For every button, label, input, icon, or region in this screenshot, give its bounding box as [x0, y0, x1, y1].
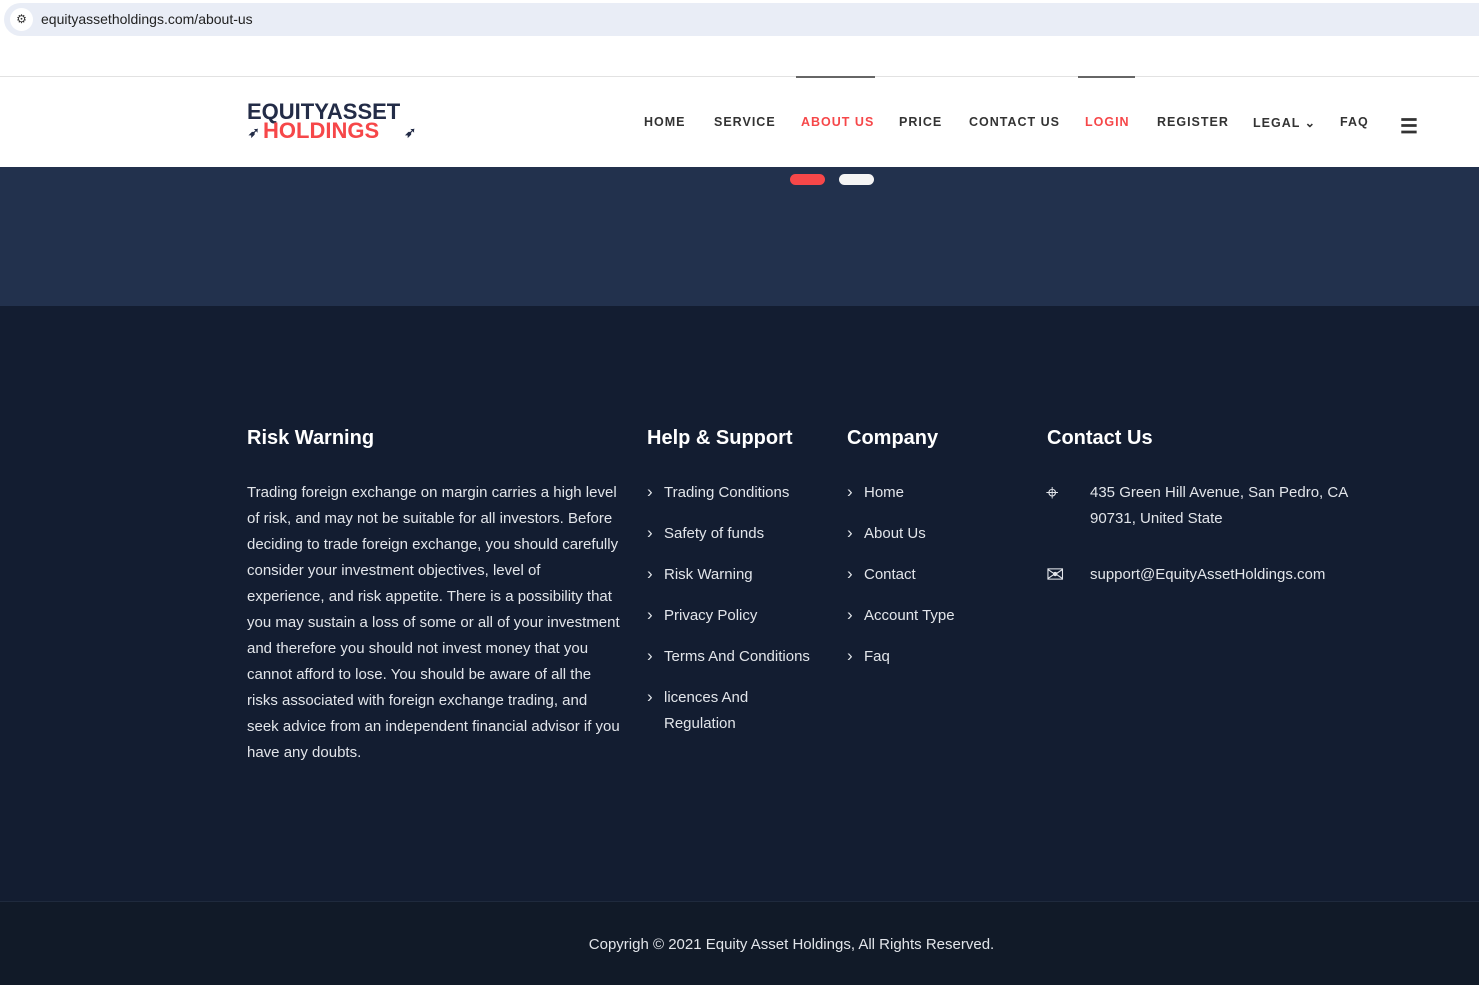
- link-privacy-policy[interactable]: Privacy Policy: [647, 602, 827, 629]
- logo[interactable]: EQUITYASSET HOLDINGS: [247, 101, 416, 143]
- link-about-us[interactable]: About Us: [847, 520, 955, 547]
- site-header: EQUITYASSET HOLDINGS HOME SERVICE ABOUT …: [0, 76, 1479, 167]
- link-account-type[interactable]: Account Type: [847, 602, 955, 629]
- help-support-heading: Help & Support: [647, 427, 793, 449]
- company-heading: Company: [847, 427, 939, 449]
- email-envelope-icon: ✉: [1046, 562, 1065, 587]
- nav-register[interactable]: REGISTER: [1157, 115, 1229, 129]
- copyright-bar: Copyrigh © 2021 Equity Asset Holdings, A…: [0, 901, 1479, 985]
- nav-login[interactable]: LOGIN: [1085, 115, 1130, 129]
- hero-band: [0, 167, 1479, 306]
- nav-legal-dropdown[interactable]: LEGAL ⌄: [1253, 115, 1316, 130]
- nav-about-us[interactable]: ABOUT US: [801, 115, 874, 129]
- link-licences[interactable]: licences And Regulation: [647, 684, 777, 737]
- location-pin-icon: ⌖: [1046, 480, 1059, 505]
- nav-service[interactable]: SERVICE: [714, 115, 776, 129]
- link-safety-of-funds[interactable]: Safety of funds: [647, 520, 827, 547]
- url-text[interactable]: equityassetholdings.com/about-us: [41, 11, 253, 27]
- help-links: Trading Conditions Safety of funds Risk …: [647, 479, 827, 752]
- contact-address: ⌖ 435 Green Hill Avenue, San Pedro, CA 9…: [1046, 480, 1396, 532]
- link-trading-conditions[interactable]: Trading Conditions: [647, 479, 827, 506]
- address-text: 435 Green Hill Avenue, San Pedro, CA 907…: [1090, 484, 1348, 527]
- link-risk-warning[interactable]: Risk Warning: [647, 561, 827, 588]
- risk-warning-heading: Risk Warning: [247, 427, 375, 449]
- risk-warning-text: Trading foreign exchange on margin carri…: [247, 484, 620, 761]
- email-link[interactable]: support@EquityAssetHoldings.com: [1090, 562, 1325, 588]
- nav-faq[interactable]: FAQ: [1340, 115, 1369, 129]
- copyright-text: Copyrigh © 2021 Equity Asset Holdings, A…: [588, 936, 995, 953]
- link-terms[interactable]: Terms And Conditions: [647, 643, 827, 670]
- address-bar[interactable]: ⚙ equityassetholdings.com/about-us: [4, 3, 1479, 36]
- slider-dot[interactable]: [839, 174, 874, 185]
- slider-dot-active[interactable]: [790, 174, 825, 185]
- link-contact[interactable]: Contact: [847, 561, 955, 588]
- nav-contact-us[interactable]: CONTACT US: [969, 115, 1060, 129]
- nav-price[interactable]: PRICE: [899, 115, 942, 129]
- company-links: Home About Us Contact Account Type Faq: [847, 479, 955, 685]
- contact-heading: Contact Us: [1047, 427, 1153, 449]
- hamburger-menu-icon[interactable]: ☰: [1400, 114, 1418, 139]
- site-settings-icon[interactable]: ⚙: [10, 8, 33, 31]
- link-home[interactable]: Home: [847, 479, 955, 506]
- footer: Risk Warning Trading foreign exchange on…: [0, 306, 1479, 901]
- logo-line2: HOLDINGS: [247, 120, 416, 143]
- contact-email: ✉ support@EquityAssetHoldings.com: [1046, 562, 1325, 588]
- nav-home[interactable]: HOME: [644, 115, 686, 129]
- link-faq[interactable]: Faq: [847, 643, 955, 670]
